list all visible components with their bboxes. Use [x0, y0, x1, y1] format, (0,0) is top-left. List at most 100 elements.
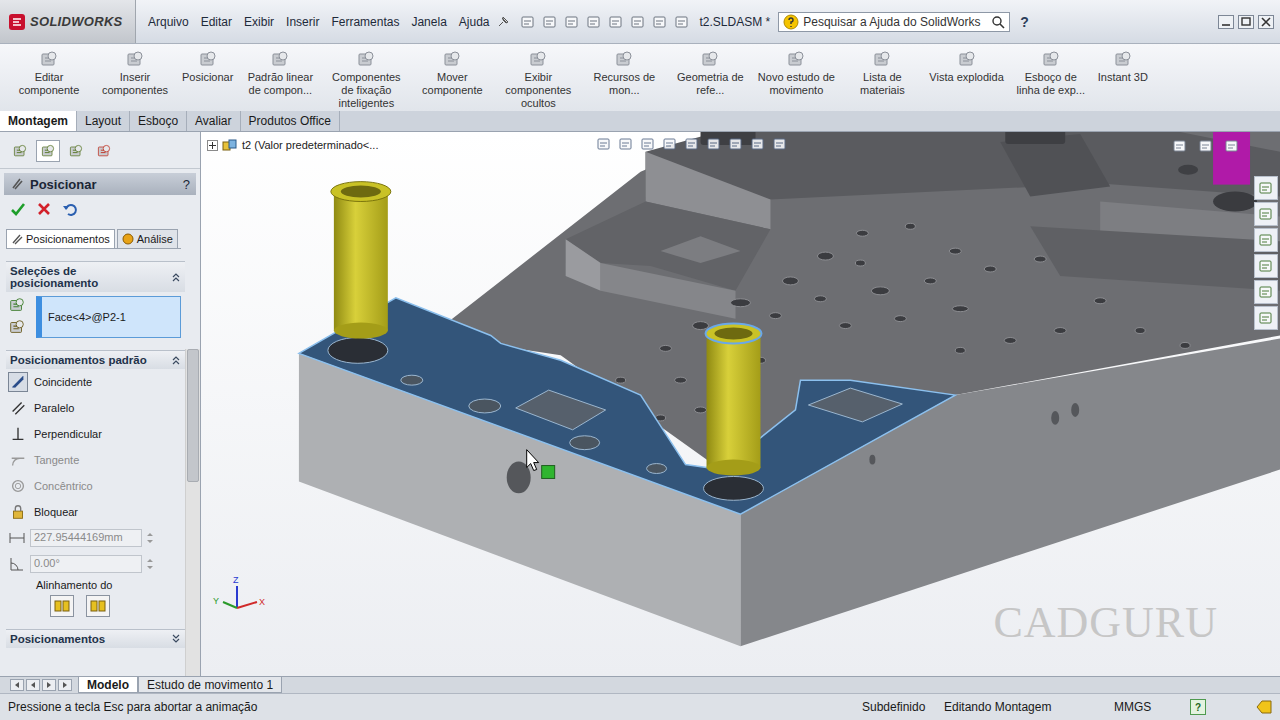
expand-box[interactable] [207, 140, 218, 151]
pm-tab[interactable]: Posicionamentos [6, 229, 115, 248]
custom-properties-icon[interactable] [1258, 310, 1274, 326]
print-icon[interactable] [586, 14, 602, 30]
angle-field[interactable]: 0.00° [30, 555, 142, 573]
zoom-fit-icon[interactable] [596, 136, 612, 152]
undo-icon[interactable] [608, 14, 624, 30]
command-button[interactable]: Inserir componentes [92, 47, 178, 99]
edit-appearance-icon[interactable] [750, 136, 766, 152]
command-button[interactable]: Mover componente [409, 47, 495, 99]
command-button[interactable]: Esboço de linha de exp... [1008, 47, 1094, 99]
menu-item[interactable]: Arquivo [142, 13, 195, 31]
undo-arrow-icon[interactable] [62, 201, 78, 217]
options-icon[interactable] [674, 14, 690, 30]
command-button[interactable]: Exibir componentes ocultos [495, 47, 581, 112]
open-icon[interactable] [542, 14, 558, 30]
menu-item[interactable]: Editar [195, 13, 238, 31]
command-button[interactable]: Posicionar [178, 47, 237, 86]
command-button[interactable]: Novo estudo de movimento [753, 47, 839, 99]
spinner-icon[interactable] [146, 557, 154, 571]
previous-view-icon[interactable] [640, 136, 656, 152]
section-header[interactable]: Posicionamentos [6, 629, 185, 648]
scroll-thumb[interactable] [187, 349, 199, 482]
minimize-icon[interactable] [1218, 15, 1234, 29]
selection-item[interactable]: Face<4>@P2-1 [48, 311, 126, 323]
restore-icon[interactable] [1238, 15, 1254, 29]
command-tab[interactable]: Avaliar [187, 111, 240, 131]
alignment-button[interactable] [50, 595, 74, 617]
mate-option[interactable]: Perpendicular [6, 421, 185, 447]
section-view-icon[interactable] [662, 136, 678, 152]
status-help[interactable]: ? [1190, 699, 1206, 715]
status-units[interactable]: MMGS [1114, 700, 1190, 714]
mate-option[interactable]: Tangente [6, 447, 185, 473]
tag-icon[interactable] [1256, 700, 1272, 714]
search-field[interactable]: Pesquisar a Ajuda do SolidWorks [778, 12, 1010, 32]
hide-show-icon[interactable] [728, 136, 744, 152]
command-tab[interactable]: Esboço [130, 111, 187, 131]
design-library-icon[interactable] [1258, 206, 1274, 222]
magnifier-icon[interactable] [991, 15, 1005, 29]
command-button[interactable]: Vista explodida [925, 47, 1007, 86]
command-button[interactable]: Padrão linear de compon... [237, 47, 323, 99]
command-button[interactable]: Componentes de fixação inteligentes [323, 47, 409, 112]
section-header[interactable]: Seleções de posicionamento [6, 261, 185, 292]
manager-tab[interactable] [36, 140, 60, 162]
task-pane-tab[interactable] [1254, 254, 1278, 278]
section-header[interactable]: Posicionamentos padrão [6, 350, 185, 369]
pm-help[interactable]: ? [183, 177, 190, 192]
last-tab-icon[interactable] [58, 679, 72, 691]
menu-item[interactable]: Exibir [238, 13, 280, 31]
expand-icon[interactable] [171, 634, 181, 644]
command-button[interactable]: Instant 3D [1094, 47, 1152, 86]
menu-item[interactable]: Ferramentas [325, 13, 405, 31]
command-button[interactable]: Editar componente [6, 47, 92, 99]
model-tab[interactable]: Modelo [78, 677, 138, 693]
zoom-area-icon[interactable] [618, 136, 634, 152]
scene-icon[interactable] [772, 136, 788, 152]
command-button[interactable]: Geometria de refe... [667, 47, 753, 99]
pm-tab[interactable]: Análise [117, 229, 178, 248]
tile-icon[interactable] [1172, 138, 1188, 154]
collapse-icon[interactable] [171, 355, 181, 365]
graphics-area[interactable]: t2 (Valor predeterminado<...ZXYCADGURU [201, 132, 1280, 676]
pin-icon[interactable] [496, 15, 510, 29]
mate-option[interactable]: Concêntrico [6, 473, 185, 499]
menu-item[interactable]: Ajuda [453, 13, 496, 31]
pm-scrollbar[interactable] [185, 349, 200, 676]
command-tab[interactable]: Layout [77, 111, 130, 131]
mate-option[interactable]: Paralelo [6, 395, 185, 421]
command-tab[interactable]: Produtos Office [241, 111, 341, 131]
select-icon[interactable] [630, 14, 646, 30]
mate-option[interactable]: Bloquear [6, 499, 185, 525]
display-style-icon[interactable] [706, 136, 722, 152]
command-tab[interactable]: Montagem [0, 111, 77, 131]
task-pane-tab[interactable] [1254, 202, 1278, 226]
task-pane-tab[interactable] [1254, 306, 1278, 330]
rebuild-icon[interactable] [652, 14, 668, 30]
first-tab-icon[interactable] [10, 679, 24, 691]
command-button[interactable]: Recursos de mon... [581, 47, 667, 99]
model-tab[interactable]: Estudo de movimento 1 [138, 677, 282, 693]
ok-check-icon[interactable] [10, 201, 26, 217]
alignment-button[interactable] [86, 595, 110, 617]
file-explorer-icon[interactable] [1258, 232, 1274, 248]
distance-field[interactable]: 227.95444169mm [30, 529, 142, 547]
save-icon[interactable] [564, 14, 580, 30]
new-icon[interactable] [520, 14, 536, 30]
selection-list[interactable]: Face<4>@P2-1 [36, 296, 181, 338]
task-pane-tab[interactable] [1254, 228, 1278, 252]
assembly-model[interactable] [201, 132, 1280, 676]
view-palette-icon[interactable] [1258, 258, 1274, 274]
restore-view-icon[interactable] [1198, 138, 1214, 154]
help-button[interactable]: ? [1020, 14, 1029, 30]
appearances-icon[interactable] [1258, 284, 1274, 300]
manager-tab[interactable] [92, 140, 116, 162]
spinner-icon[interactable] [146, 531, 154, 545]
command-button[interactable]: Lista de materiais [839, 47, 925, 99]
task-pane-tab[interactable] [1254, 280, 1278, 304]
manager-tab[interactable] [64, 140, 88, 162]
collapse-icon[interactable] [171, 272, 181, 282]
cancel-x-icon[interactable] [36, 201, 52, 217]
menu-item[interactable]: Inserir [280, 13, 325, 31]
task-pane-tab[interactable] [1254, 176, 1278, 200]
